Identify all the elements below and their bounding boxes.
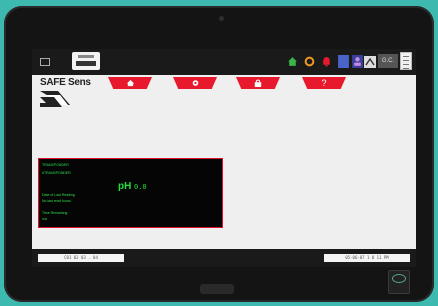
bottom-left-field: C01 02 03 . 04 [38, 254, 124, 262]
tab-help[interactable]: ? [302, 77, 346, 89]
tab-security[interactable] [236, 77, 280, 89]
panel-line-4: No last read found [42, 199, 71, 203]
monitor-icon[interactable] [336, 53, 350, 70]
ph-value: 0.0 [134, 183, 147, 191]
bottom-right-field: 05-06-07 1 0 11 PM [324, 254, 410, 262]
tablet-device: G.C. SAFE Sens ? TRANSPONDER #TRANSPONDE… [4, 6, 434, 302]
intel-badge-icon [388, 270, 410, 294]
ph-label: pH [118, 181, 132, 192]
panel-line-6: n/a [42, 217, 47, 221]
lock-icon [254, 79, 262, 87]
panel-line-5: Time Remaining [42, 211, 68, 215]
panel-line-3: Date of Last Reading [42, 193, 75, 197]
reader-device-icon[interactable] [72, 52, 100, 70]
refresh-icon[interactable] [302, 53, 316, 70]
camera-icon [219, 16, 224, 21]
document-icon[interactable] [400, 52, 412, 70]
logo-text: SAFE Sens [40, 77, 91, 88]
hardware-home-button[interactable] [200, 284, 234, 294]
top-toolbar: G.C. [32, 49, 416, 75]
gc-button[interactable]: G.C. [378, 54, 398, 68]
help-icon: ? [321, 78, 327, 88]
panel-line-1: TRANSPONDER [42, 163, 69, 167]
alarm-bell-icon[interactable] [319, 53, 333, 70]
home-status-icon[interactable] [285, 53, 299, 70]
transponder-panel[interactable]: TRANSPONDER #TRANSPONDER Date of Last Re… [38, 158, 223, 228]
logo-mark-icon [40, 91, 70, 107]
window-icon[interactable] [40, 58, 50, 66]
user-icon[interactable] [350, 53, 364, 70]
tab-home[interactable] [108, 77, 152, 89]
bottom-status-bar: C01 02 03 . 04 05-06-07 1 0 11 PM [32, 249, 416, 267]
home-icon [126, 79, 134, 87]
gear-icon [192, 80, 198, 86]
signal-icon[interactable] [363, 53, 377, 70]
app-screen: G.C. SAFE Sens ? TRANSPONDER #TRANSPONDE… [32, 49, 416, 267]
panel-line-2: #TRANSPONDER [42, 171, 71, 175]
tab-settings[interactable] [173, 77, 217, 89]
